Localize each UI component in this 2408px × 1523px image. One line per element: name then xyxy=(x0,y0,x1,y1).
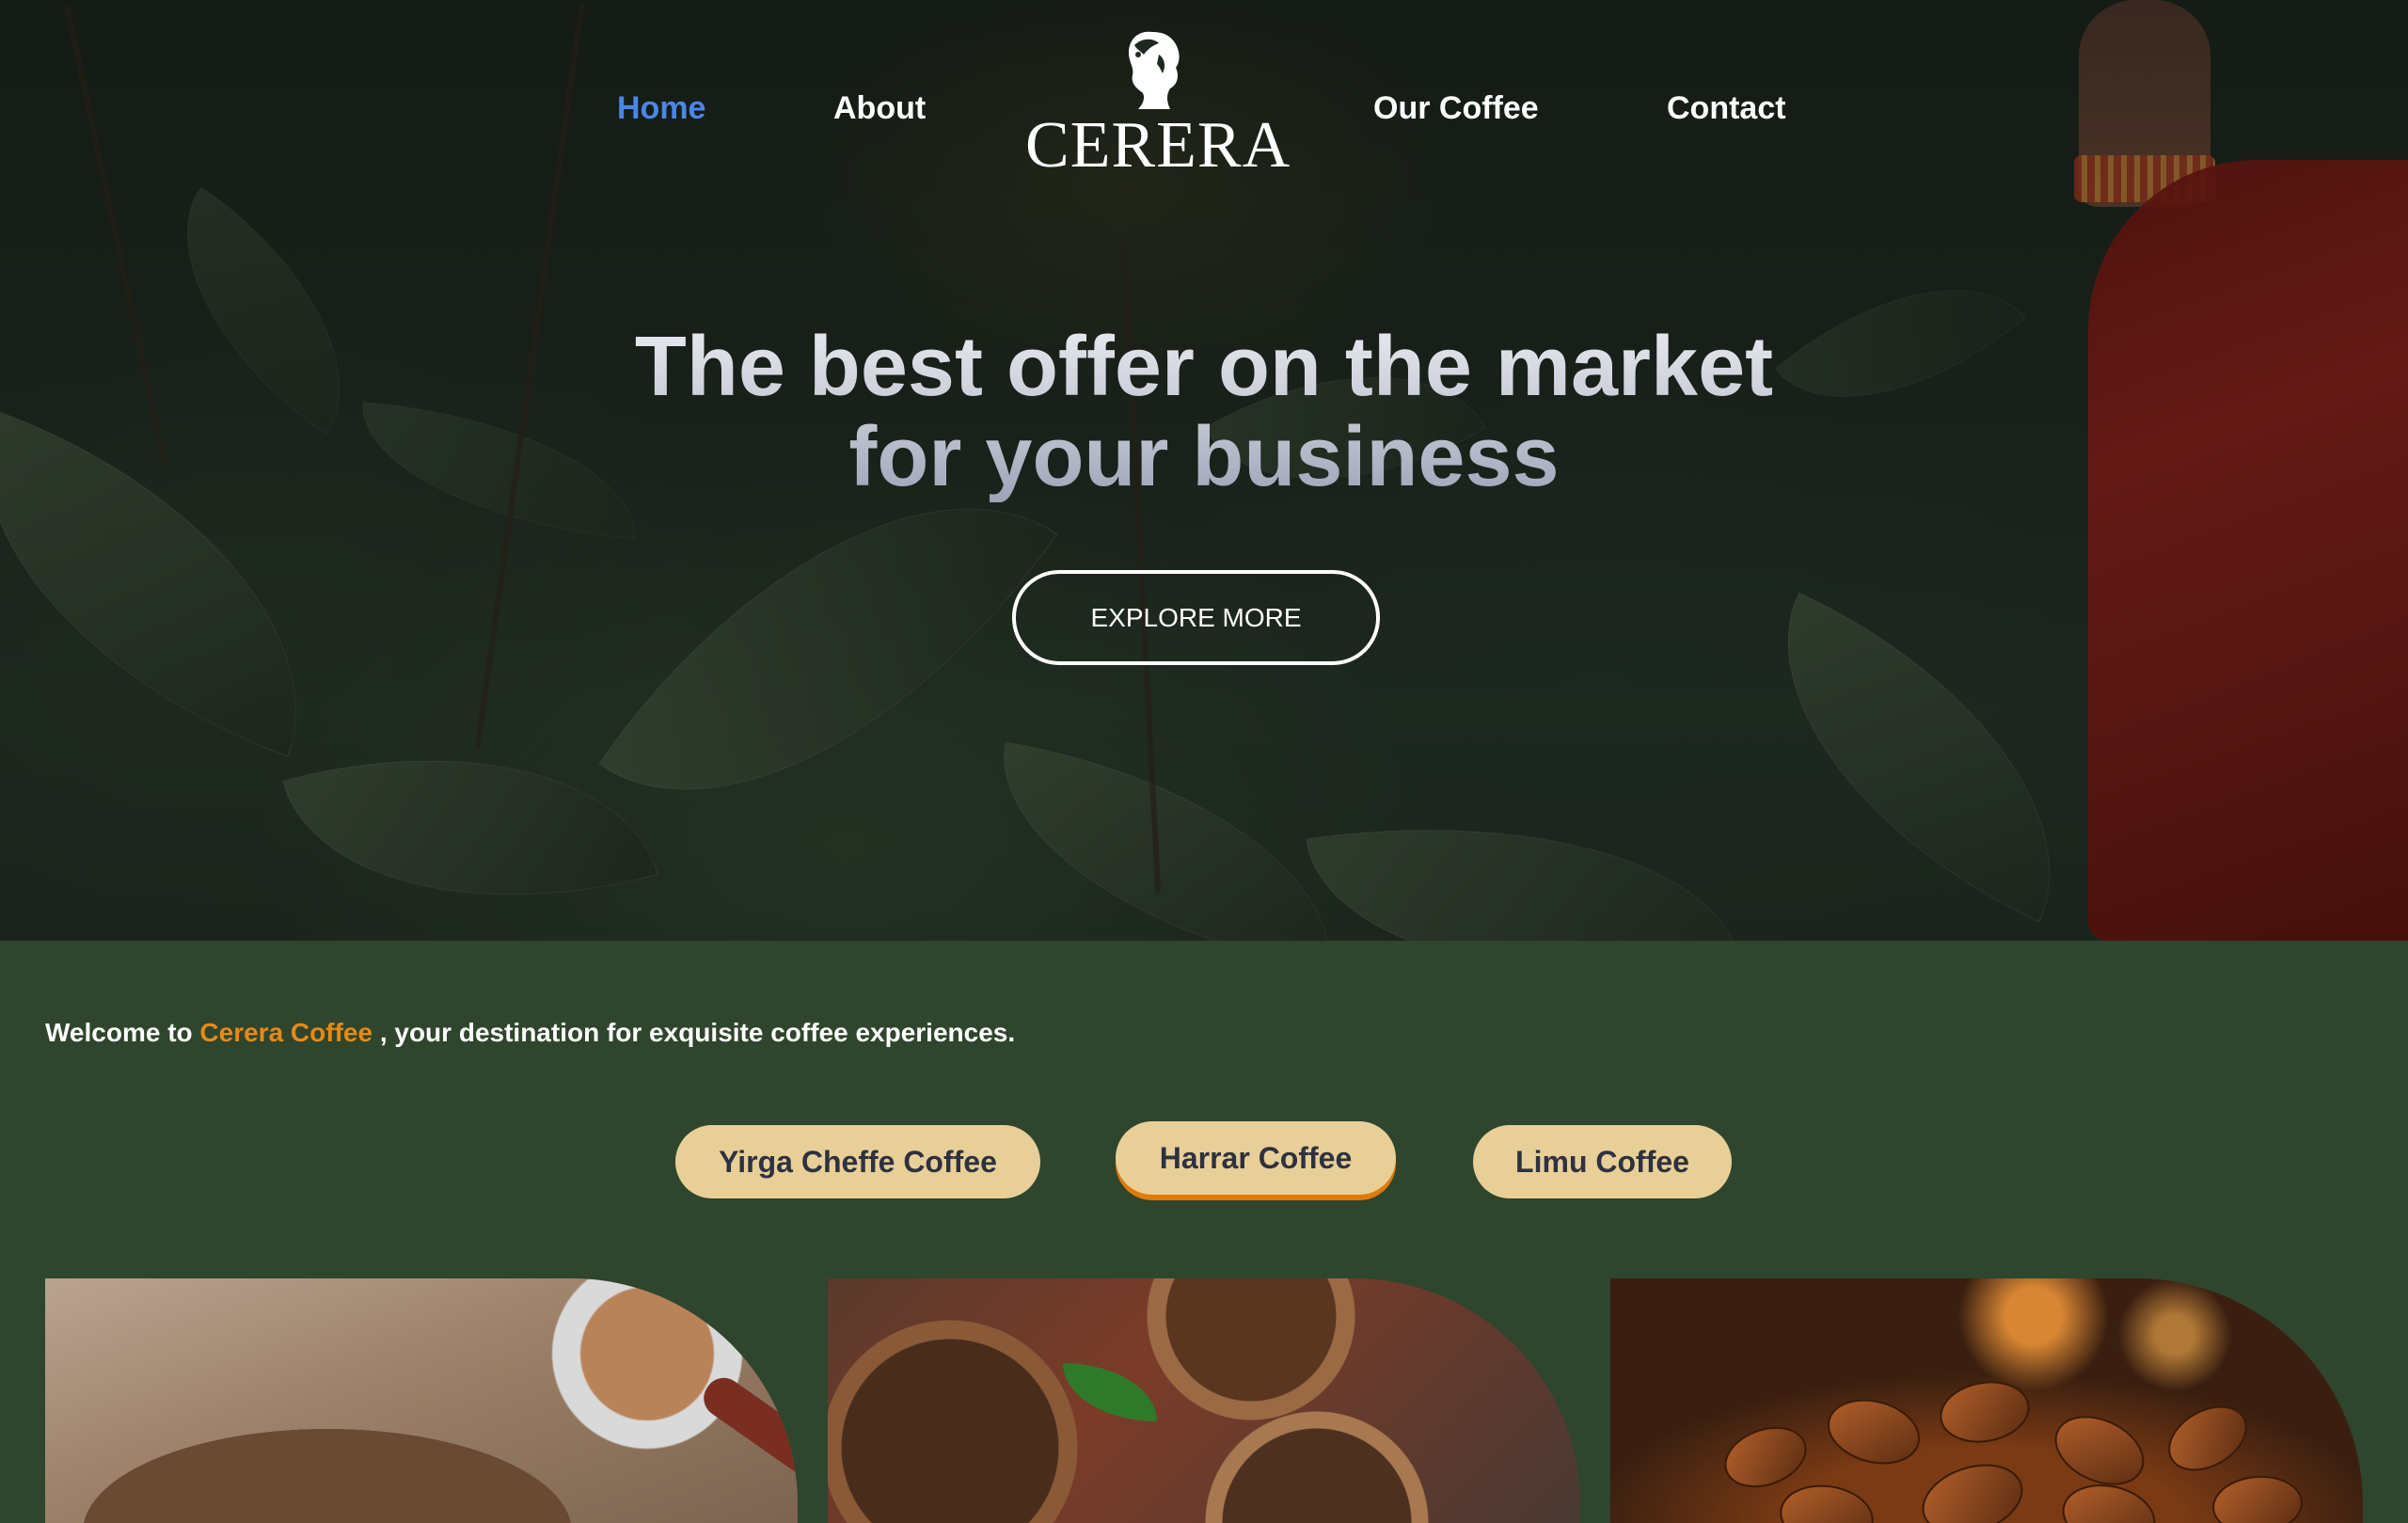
nav-our-coffee-link[interactable]: Our Coffee xyxy=(1373,90,1539,127)
leaf-decoration xyxy=(1063,1363,1157,1421)
tab-limu-coffee[interactable]: Limu Coffee xyxy=(1473,1125,1732,1198)
cerera-logo[interactable]: CERERA xyxy=(1025,26,1291,196)
hero-section: Home About CERERA Our Coffee Contact The… xyxy=(0,0,2408,941)
hero-headline-line1: The best offer on the market xyxy=(634,320,1774,414)
roasted-beans-image[interactable] xyxy=(1610,1278,2363,1523)
welcome-suffix: , your destination for exquisite coffee … xyxy=(372,1018,1016,1047)
welcome-brand: Cerera Coffee xyxy=(199,1018,373,1047)
explore-more-button[interactable]: EXPLORE MORE xyxy=(1012,570,1380,665)
tab-yirga-cheffe-coffee[interactable]: Yirga Cheffe Coffee xyxy=(675,1125,1040,1198)
goddess-head-icon xyxy=(1129,31,1180,110)
tab-harrar-coffee[interactable]: Harrar Coffee xyxy=(1116,1121,1396,1195)
welcome-prefix: Welcome to xyxy=(45,1018,200,1047)
coffee-beans-bowls-image[interactable] xyxy=(828,1278,1580,1523)
hero-headline: The best offer on the market for your bu… xyxy=(0,322,2408,502)
welcome-text: Welcome to Cerera Coffee , your destinat… xyxy=(45,1018,1015,1048)
nav-home-link[interactable]: Home xyxy=(617,90,705,127)
logo-wordmark: CERERA xyxy=(1025,109,1291,182)
coffee-portafilter-image[interactable] xyxy=(45,1278,798,1523)
nav-contact-link[interactable]: Contact xyxy=(1667,90,1786,127)
nav-about-link[interactable]: About xyxy=(833,90,926,127)
hero-headline-line2: for your business xyxy=(848,410,1560,504)
